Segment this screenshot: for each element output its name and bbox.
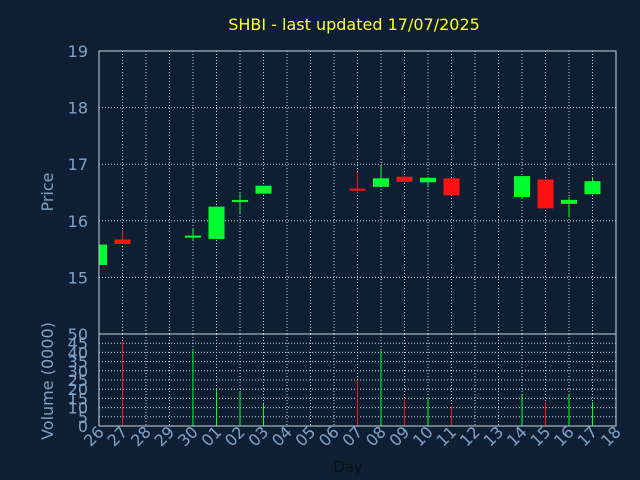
candle-body xyxy=(514,176,530,198)
price-axis-label: Price xyxy=(38,172,57,211)
volume-axis-label: Volume (0000) xyxy=(38,322,57,440)
candle-body xyxy=(584,181,601,195)
candle-body xyxy=(443,178,460,196)
price-tick-label: 17 xyxy=(68,155,88,174)
candle-body xyxy=(373,178,389,187)
candle-body xyxy=(396,176,413,182)
candle-body xyxy=(349,188,366,191)
x-axis-label: Day xyxy=(333,458,363,476)
price-tick-label: 18 xyxy=(68,99,88,118)
candle-body xyxy=(232,199,248,202)
candle-body xyxy=(185,235,201,238)
price-tick-label: 15 xyxy=(68,268,88,287)
candlestick-chart: 1516171819051015202530354045502627282930… xyxy=(0,0,640,480)
candle-body xyxy=(537,179,554,209)
candle-body xyxy=(114,239,131,245)
volume-tick-label: 50 xyxy=(68,325,88,344)
candle-body xyxy=(255,185,272,194)
candle-body xyxy=(208,206,225,239)
candle-body xyxy=(420,177,436,183)
candle-body xyxy=(561,199,577,204)
price-tick-label: 16 xyxy=(68,212,88,231)
chart-title: SHBI - last updated 17/07/2025 xyxy=(228,15,480,34)
price-tick-label: 19 xyxy=(68,42,88,61)
candle-body xyxy=(99,244,107,265)
